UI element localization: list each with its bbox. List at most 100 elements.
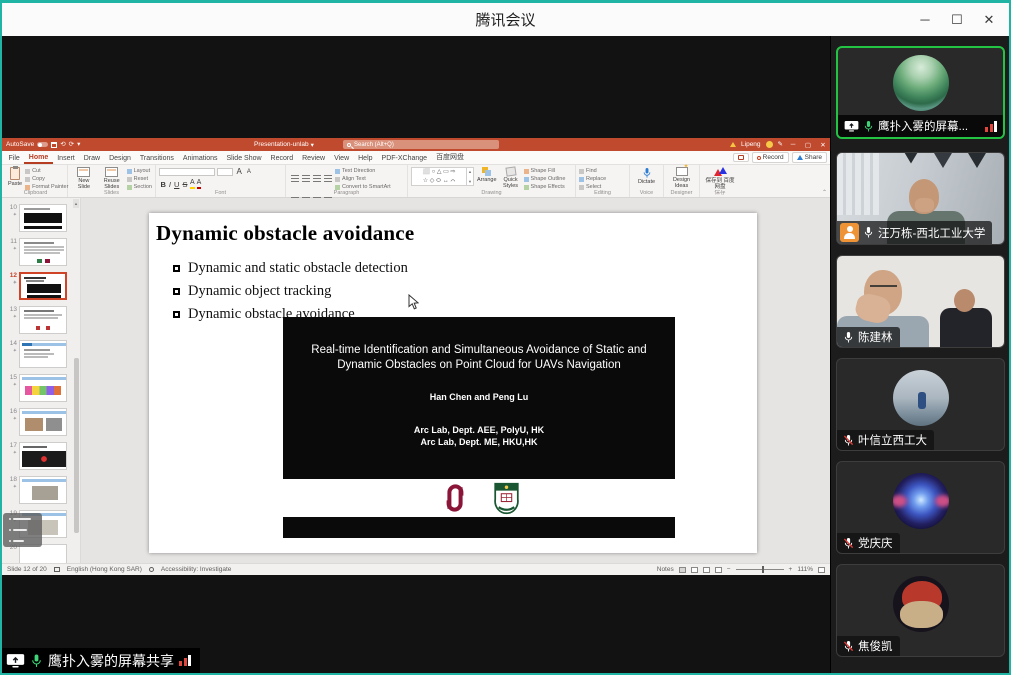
quick-styles-button[interactable]: Quick Styles xyxy=(501,167,521,189)
screen-share-banner[interactable]: 鹰扑入雾的屏幕共享 xyxy=(2,648,200,673)
search-input[interactable]: Search (Alt+Q) xyxy=(343,140,499,149)
participant-tile-video[interactable]: 陈建林 xyxy=(836,255,1005,348)
shape-fill-button[interactable]: Shape Fill xyxy=(524,168,566,174)
slide-thumb-17[interactable]: 17✦ xyxy=(4,442,80,470)
reuse-slides-button[interactable]: Reuse Slides xyxy=(100,167,124,190)
participant-tile-avatar[interactable]: 党庆庆 xyxy=(836,461,1005,554)
slide-thumb-15[interactable]: 15✦ xyxy=(4,374,80,402)
indent-increase-icon[interactable] xyxy=(324,175,332,182)
slide-thumb-16[interactable]: 16✦ xyxy=(4,408,80,436)
display-settings-icon[interactable] xyxy=(54,567,60,572)
minimize-button[interactable]: ─ xyxy=(909,12,941,27)
share-button[interactable]: Share xyxy=(792,152,827,163)
tab-animations[interactable]: Animations xyxy=(178,153,222,164)
language-label[interactable]: English (Hong Kong SAR) xyxy=(67,566,142,573)
font-color-button[interactable]: A xyxy=(197,179,202,189)
participant-tile-video[interactable]: 汪万栋-西北工业大学 xyxy=(836,152,1005,245)
comments-button[interactable] xyxy=(733,153,749,162)
font-size-select[interactable] xyxy=(217,168,233,176)
slide-thumbnail[interactable] xyxy=(19,476,67,504)
meeting-floating-toolbar[interactable] xyxy=(3,513,42,547)
undo-icon[interactable]: ⟲ xyxy=(60,142,65,148)
zoom-in-icon[interactable]: + xyxy=(789,566,793,573)
paste-button[interactable]: Paste xyxy=(8,167,22,187)
tab-pdf-xchange[interactable]: PDF-XChange xyxy=(377,153,432,164)
collapse-ribbon-icon[interactable]: ⌃ xyxy=(822,189,827,196)
slide-12[interactable]: Dynamic obstacle avoidance Dynamic and s… xyxy=(149,213,757,553)
save-icon[interactable] xyxy=(51,142,57,148)
slide-thumb-14[interactable]: 14✦ xyxy=(4,340,80,368)
pen-icon[interactable]: ✎ xyxy=(778,142,783,148)
record-button[interactable]: Record xyxy=(752,152,789,163)
tab-record[interactable]: Record xyxy=(266,153,298,164)
arrange-button[interactable]: Arrange xyxy=(477,167,497,183)
slide-canvas[interactable]: Dynamic obstacle avoidance Dynamic and s… xyxy=(81,198,830,563)
zoom-slider-thumb[interactable] xyxy=(762,566,765,573)
slide-thumb-13[interactable]: 13✦ xyxy=(4,306,80,334)
bullets-icon[interactable] xyxy=(291,175,299,182)
text-direction-button[interactable]: Text Direction xyxy=(335,168,391,174)
indent-decrease-icon[interactable] xyxy=(313,175,321,182)
reading-view-icon[interactable] xyxy=(703,567,710,573)
slide-thumb-12-selected[interactable]: 12✦ xyxy=(4,272,80,300)
notes-button[interactable]: Notes xyxy=(657,566,674,573)
slide-thumbnail[interactable] xyxy=(19,340,67,368)
replace-button[interactable]: Replace xyxy=(579,176,606,182)
ppt-close-button[interactable]: ✕ xyxy=(818,141,828,149)
layout-button[interactable]: Layout xyxy=(127,168,152,174)
participant-tile-sharer[interactable]: 鹰扑入雾的屏幕... xyxy=(836,46,1005,139)
quick-access-dropdown-icon[interactable]: ▾ xyxy=(77,142,80,148)
thumb-scroll-up-icon[interactable]: ▲ xyxy=(73,199,79,208)
copy-button[interactable]: Copy xyxy=(25,176,68,182)
highlight-color-button[interactable]: A xyxy=(190,179,195,189)
maximize-button[interactable]: ☐ xyxy=(941,12,973,28)
tab-design[interactable]: Design xyxy=(105,153,136,164)
shapes-gallery-scroll[interactable]: ▲ ▼ xyxy=(467,167,474,186)
italic-button[interactable]: I xyxy=(169,180,171,189)
zoom-level-label[interactable]: 111% xyxy=(797,566,813,573)
slide-thumb-18[interactable]: 18✦ xyxy=(4,476,80,504)
tab-slide-show[interactable]: Slide Show xyxy=(222,153,266,164)
slide-thumbnail[interactable] xyxy=(19,238,67,266)
tab-baidu-netdisk[interactable]: 百度网盘 xyxy=(432,150,469,164)
shapes-gallery[interactable]: ⬜ ○ △ ▭ ⇨ ☆ ◇ ⬭ ↔ ⌒ xyxy=(411,167,467,186)
tab-transitions[interactable]: Transitions xyxy=(135,153,178,164)
tab-review[interactable]: Review xyxy=(298,153,330,164)
bold-button[interactable]: B xyxy=(161,180,166,189)
update-warning-icon[interactable] xyxy=(730,142,736,147)
slide-thumb-10[interactable]: 10✦ xyxy=(4,204,80,232)
tab-insert[interactable]: Insert xyxy=(53,153,80,164)
participant-tile-avatar[interactable]: 焦俊凯 xyxy=(836,564,1005,657)
slideshow-view-icon[interactable] xyxy=(715,567,722,573)
slide-thumbnail[interactable] xyxy=(19,408,67,436)
participant-tile-avatar[interactable]: 叶信立西工大 xyxy=(836,358,1005,451)
design-ideas-button[interactable]: Design Ideas xyxy=(669,167,695,189)
tab-view[interactable]: View xyxy=(330,153,354,164)
slide-thumbnail[interactable] xyxy=(19,306,67,334)
autosave-toggle[interactable] xyxy=(37,142,48,147)
slide-thumbnail[interactable] xyxy=(19,272,67,300)
underline-button[interactable]: U xyxy=(174,180,179,189)
ppt-restore-button[interactable]: ▢ xyxy=(803,141,813,149)
find-button[interactable]: Find xyxy=(579,168,606,174)
ppt-minimize-button[interactable]: ─ xyxy=(788,141,798,148)
new-slide-button[interactable]: New Slide xyxy=(72,167,96,190)
shrink-font-button[interactable]: A xyxy=(247,169,251,175)
font-name-select[interactable] xyxy=(159,168,215,176)
zoom-slider[interactable] xyxy=(736,569,784,570)
tab-file[interactable]: File xyxy=(4,153,24,164)
slide-sorter-view-icon[interactable] xyxy=(691,567,698,573)
align-text-button[interactable]: Align Text xyxy=(335,176,391,182)
reset-button[interactable]: Reset xyxy=(127,176,152,182)
dictate-button[interactable]: Dictate xyxy=(638,167,655,185)
slide-thumb-11[interactable]: 11✦ xyxy=(4,238,80,266)
tab-help[interactable]: Help xyxy=(354,153,377,164)
grow-font-button[interactable]: A xyxy=(237,167,242,176)
tab-draw[interactable]: Draw xyxy=(79,153,104,164)
close-button[interactable]: ✕ xyxy=(973,12,1005,28)
strikethrough-button[interactable]: S xyxy=(182,180,187,189)
redo-icon[interactable]: ⟳ xyxy=(69,142,74,148)
zoom-out-icon[interactable]: − xyxy=(727,566,731,573)
cut-button[interactable]: Cut xyxy=(25,168,68,174)
account-name[interactable]: Lipeng xyxy=(741,141,761,148)
